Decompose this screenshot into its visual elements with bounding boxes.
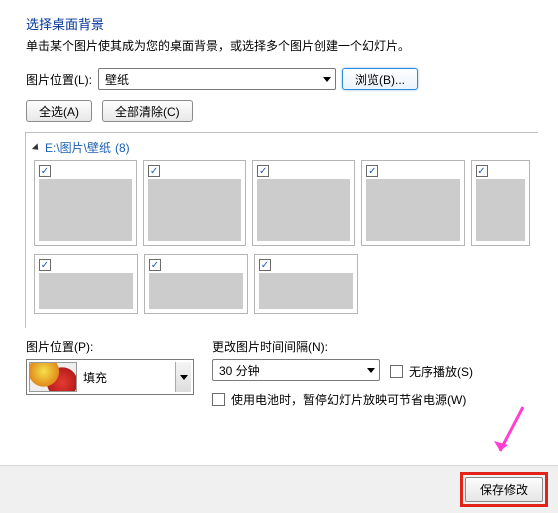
- annotation-arrow-icon: [488, 405, 528, 465]
- folder-path: E:\图片\壁纸: [45, 139, 111, 156]
- thumb-image: [148, 179, 241, 241]
- folder-count: (8): [115, 141, 130, 155]
- shuffle-checkbox[interactable]: 无序播放(S): [390, 363, 473, 380]
- thumb-image: [259, 273, 353, 309]
- chevron-down-icon: [367, 368, 375, 373]
- folder-header[interactable]: E:\图片\壁纸 (8): [26, 133, 538, 160]
- wallpaper-thumb[interactable]: ✓: [252, 160, 355, 246]
- checkbox-icon[interactable]: ✓: [366, 165, 378, 177]
- save-button[interactable]: 保存修改: [465, 477, 543, 502]
- checkbox-icon[interactable]: ✓: [259, 259, 271, 271]
- shuffle-label: 无序播放(S): [409, 363, 473, 380]
- checkbox-icon[interactable]: ✓: [39, 259, 51, 271]
- annotation-highlight: 保存修改: [460, 472, 548, 507]
- location-value: 壁纸: [105, 71, 129, 88]
- page-title: 选择桌面背景: [26, 14, 538, 33]
- battery-checkbox[interactable]: 使用电池时，暂停幻灯片放映可节省电源(W): [212, 391, 538, 408]
- checkbox-icon[interactable]: ✓: [257, 165, 269, 177]
- wallpaper-list[interactable]: E:\图片\壁纸 (8) ✓ ✓ ✓ ✓ ✓: [25, 132, 538, 328]
- location-combo[interactable]: 壁纸: [98, 68, 336, 90]
- checkbox-icon[interactable]: ✓: [476, 165, 488, 177]
- wallpaper-thumb[interactable]: ✓: [143, 160, 246, 246]
- position-label: 图片位置(P):: [26, 338, 194, 355]
- battery-label: 使用电池时，暂停幻灯片放映可节省电源(W): [231, 391, 466, 408]
- wallpaper-thumb[interactable]: ✓: [34, 160, 137, 246]
- select-all-button[interactable]: 全选(A): [26, 100, 92, 122]
- thumb-image: [257, 179, 350, 241]
- location-label: 图片位置(L):: [26, 71, 92, 88]
- clear-all-button[interactable]: 全部清除(C): [102, 100, 193, 122]
- checkbox-icon[interactable]: ✓: [39, 165, 51, 177]
- wallpaper-thumb[interactable]: ✓: [254, 254, 358, 314]
- position-preview-icon: [29, 362, 77, 392]
- interval-combo[interactable]: 30 分钟: [212, 359, 380, 381]
- interval-label: 更改图片时间间隔(N):: [212, 338, 538, 355]
- chevron-down-icon: [323, 77, 331, 82]
- checkbox-icon: [390, 365, 403, 378]
- checkbox-icon: [212, 393, 225, 406]
- thumb-image: [476, 179, 526, 241]
- checkbox-icon[interactable]: ✓: [149, 259, 161, 271]
- bottom-bar: 保存修改: [0, 465, 558, 513]
- expand-icon: [32, 143, 41, 152]
- position-value: 填充: [83, 369, 107, 386]
- chevron-down-icon: [180, 375, 188, 380]
- thumb-image: [39, 179, 132, 241]
- thumb-image: [366, 179, 459, 241]
- wallpaper-thumb[interactable]: ✓: [144, 254, 248, 314]
- wallpaper-thumb[interactable]: ✓: [361, 160, 464, 246]
- thumb-image: [149, 273, 243, 309]
- wallpaper-thumb[interactable]: ✓: [471, 160, 531, 246]
- interval-value: 30 分钟: [219, 362, 260, 379]
- page-subtitle: 单击某个图片使其成为您的桌面背景，或选择多个图片创建一个幻灯片。: [26, 37, 538, 54]
- wallpaper-thumb[interactable]: ✓: [34, 254, 138, 314]
- checkbox-icon[interactable]: ✓: [148, 165, 160, 177]
- position-combo[interactable]: 填充: [26, 359, 194, 395]
- browse-button[interactable]: 浏览(B)...: [342, 68, 418, 90]
- thumb-image: [39, 273, 133, 309]
